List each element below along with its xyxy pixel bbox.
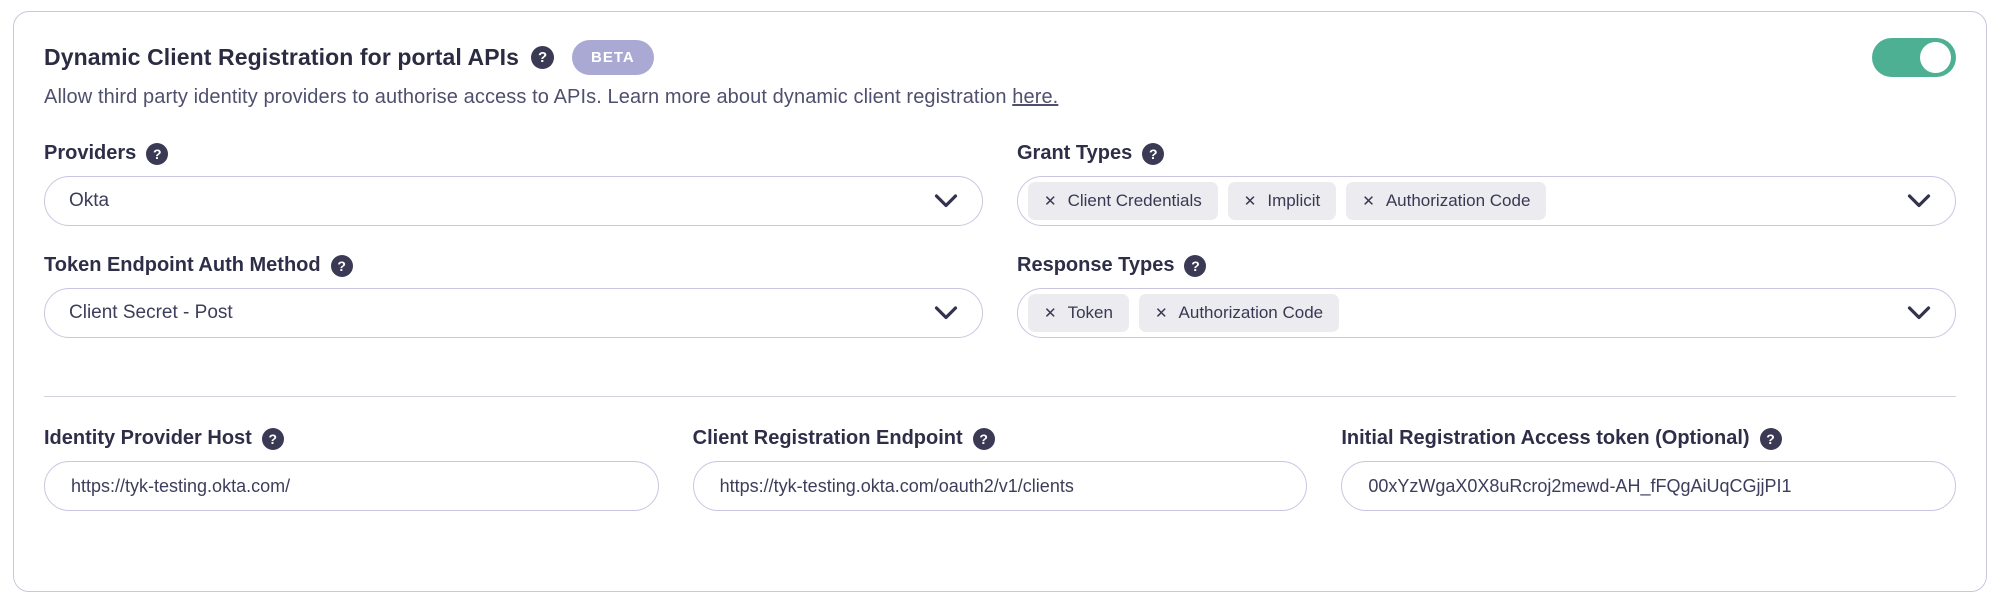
client-registration-endpoint-label: Client Registration Endpoint [693, 427, 963, 450]
providers-label: Providers [44, 142, 136, 165]
field-response-types: Response Types ? ✕ Token ✕ Authorization… [1017, 254, 1956, 338]
client-registration-endpoint-input[interactable] [693, 461, 1308, 511]
tag-authorization-code: ✕ Authorization Code [1346, 182, 1546, 220]
description-body: Allow third party identity providers to … [44, 86, 1007, 108]
tag-label: Authorization Code [1179, 303, 1324, 323]
field-identity-provider-host: Identity Provider Host ? [44, 427, 659, 511]
token-endpoint-auth-method-help-icon[interactable]: ? [331, 255, 353, 277]
identity-provider-host-input[interactable] [44, 461, 659, 511]
field-grant-types: Grant Types ? ✕ Client Credentials ✕ Imp… [1017, 142, 1956, 226]
field-token-endpoint-auth-method: Token Endpoint Auth Method ? Client Secr… [44, 254, 983, 338]
response-types-label: Response Types [1017, 254, 1174, 277]
tag-label: Token [1068, 303, 1113, 323]
field-client-registration-endpoint: Client Registration Endpoint ? [693, 427, 1308, 511]
grant-types-label: Grant Types [1017, 142, 1132, 165]
providers-help-icon[interactable]: ? [146, 143, 168, 165]
providers-select[interactable]: Okta [44, 176, 983, 226]
token-endpoint-auth-method-select[interactable]: Client Secret - Post [44, 288, 983, 338]
tag-label: Authorization Code [1386, 191, 1531, 211]
token-endpoint-auth-method-value: Client Secret - Post [69, 302, 233, 324]
tag-token: ✕ Token [1028, 294, 1129, 332]
page-title: Dynamic Client Registration for portal A… [44, 44, 519, 71]
tag-implicit: ✕ Implicit [1228, 182, 1336, 220]
remove-tag-icon[interactable]: ✕ [1044, 304, 1057, 322]
beta-badge: BETA [572, 40, 654, 75]
tag-authorization-code: ✕ Authorization Code [1139, 294, 1339, 332]
providers-value: Okta [69, 190, 109, 212]
field-initial-registration-access-token: Initial Registration Access token (Optio… [1341, 427, 1956, 511]
learn-more-link[interactable]: here. [1012, 86, 1058, 108]
remove-tag-icon[interactable]: ✕ [1044, 192, 1057, 210]
toggle-knob [1920, 42, 1951, 73]
grant-types-help-icon[interactable]: ? [1142, 143, 1164, 165]
chevron-down-icon [934, 194, 958, 208]
description-text: Allow third party identity providers to … [44, 86, 1956, 109]
tag-label: Client Credentials [1068, 191, 1202, 211]
remove-tag-icon[interactable]: ✕ [1244, 192, 1257, 210]
form-grid: Providers ? Okta Grant Types ? ✕ Client … [44, 142, 1956, 338]
endpoint-config-row: Identity Provider Host ? Client Registra… [44, 427, 1956, 511]
initial-registration-access-token-help-icon[interactable]: ? [1760, 428, 1782, 450]
client-registration-endpoint-help-icon[interactable]: ? [973, 428, 995, 450]
section-divider [44, 396, 1956, 397]
dcr-settings-card: Dynamic Client Registration for portal A… [13, 11, 1987, 592]
initial-registration-access-token-input[interactable] [1341, 461, 1956, 511]
grant-types-multiselect[interactable]: ✕ Client Credentials ✕ Implicit ✕ Author… [1017, 176, 1956, 226]
response-types-help-icon[interactable]: ? [1184, 255, 1206, 277]
initial-registration-access-token-label: Initial Registration Access token (Optio… [1341, 427, 1749, 450]
title-help-icon[interactable]: ? [531, 46, 554, 69]
field-providers: Providers ? Okta [44, 142, 983, 226]
chevron-down-icon [1907, 306, 1931, 320]
response-types-multiselect[interactable]: ✕ Token ✕ Authorization Code [1017, 288, 1956, 338]
token-endpoint-auth-method-label: Token Endpoint Auth Method [44, 254, 321, 277]
chevron-down-icon [934, 306, 958, 320]
tag-label: Implicit [1267, 191, 1320, 211]
tag-client-credentials: ✕ Client Credentials [1028, 182, 1218, 220]
identity-provider-host-help-icon[interactable]: ? [262, 428, 284, 450]
dcr-enable-toggle[interactable] [1872, 38, 1956, 77]
header: Dynamic Client Registration for portal A… [44, 38, 1956, 77]
identity-provider-host-label: Identity Provider Host [44, 427, 252, 450]
remove-tag-icon[interactable]: ✕ [1155, 304, 1168, 322]
remove-tag-icon[interactable]: ✕ [1362, 192, 1375, 210]
chevron-down-icon [1907, 194, 1931, 208]
